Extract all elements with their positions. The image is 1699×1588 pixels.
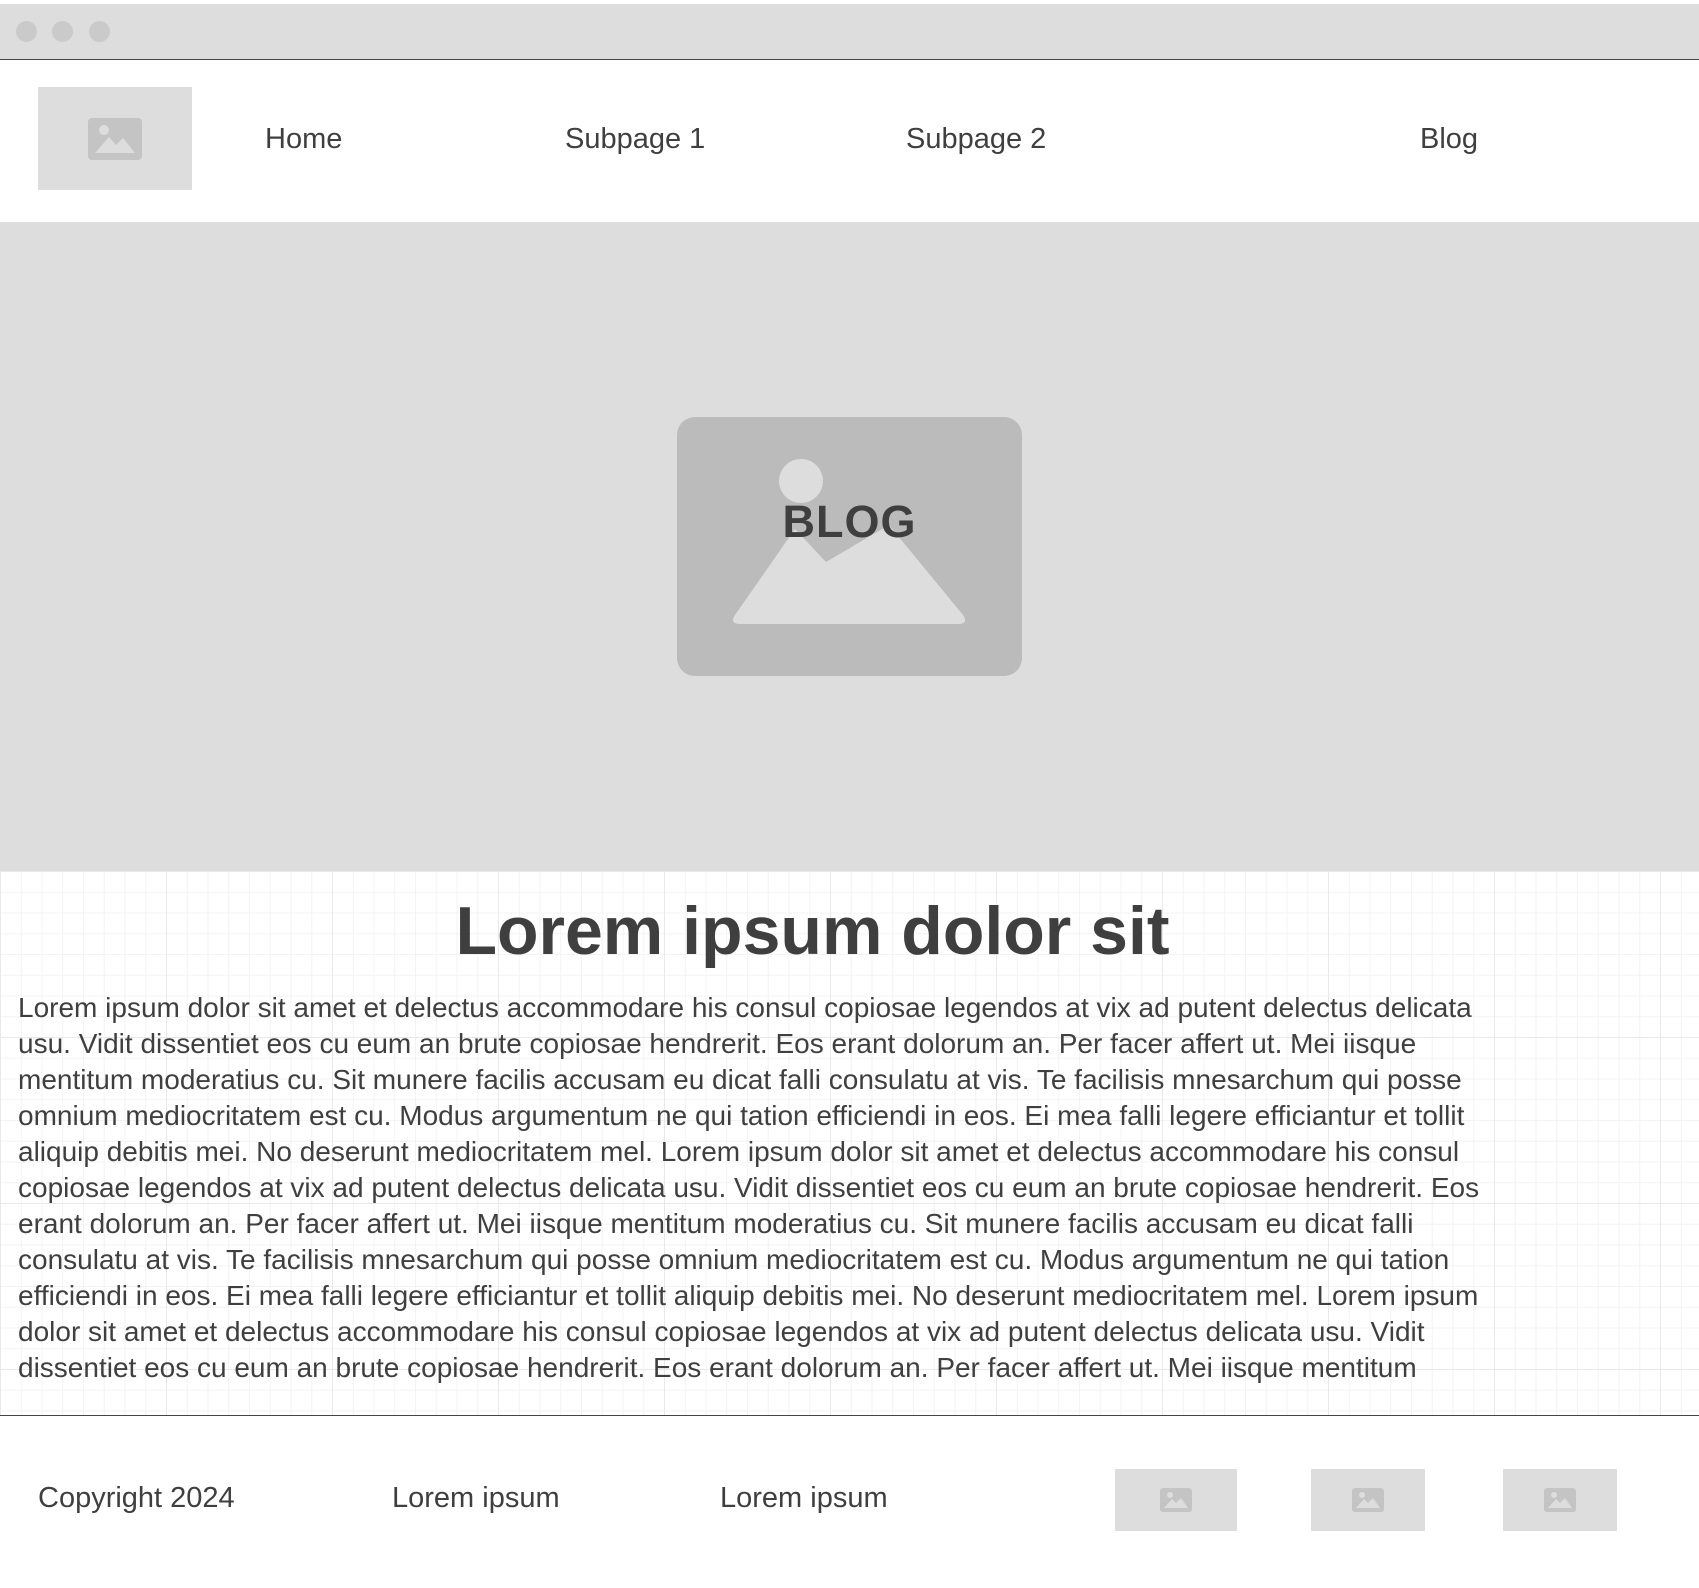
paragraph-line: erant dolorum an. Per facer affert ut. M… <box>18 1208 1414 1239</box>
image-placeholder-icon <box>1544 1488 1576 1512</box>
footer-social-1[interactable] <box>1115 1469 1237 1531</box>
paragraph-line: usu. Vidit dissentiet eos cu eum an brut… <box>18 1028 1417 1059</box>
nav-subpage-1[interactable]: Subpage 1 <box>565 122 705 156</box>
browser-title-bar <box>0 4 1699 60</box>
nav-home[interactable]: Home <box>265 122 342 156</box>
main-content: Lorem ipsum dolor sit Lorem ipsum dolor … <box>0 871 1699 1416</box>
paragraph-line: efficiendi in eos. Ei mea falli legere e… <box>18 1280 1479 1311</box>
paragraph-line: mentitum moderatius cu. Sit munere facil… <box>18 1064 1462 1095</box>
nav-blog[interactable]: Blog <box>1420 122 1478 156</box>
image-placeholder-icon <box>88 117 142 160</box>
paragraph-line: omnium mediocritatem est cu. Modus argum… <box>18 1100 1465 1131</box>
logo[interactable] <box>38 87 192 190</box>
hero-image: BLOG <box>677 417 1022 676</box>
minimize-dot[interactable] <box>52 21 73 42</box>
footer-social-2[interactable] <box>1311 1469 1425 1531</box>
wireframe-page: Home Subpage 1 Subpage 2 Blog BLOG Lorem… <box>0 0 1699 1588</box>
hero-title: BLOG <box>782 496 917 547</box>
footer-link-2[interactable]: Lorem ipsum <box>720 1481 888 1515</box>
paragraph-line: copiosae legendos at vix ad putent delec… <box>18 1172 1480 1203</box>
footer-link-1[interactable]: Lorem ipsum <box>392 1481 560 1515</box>
image-placeholder-icon <box>1352 1488 1384 1512</box>
image-placeholder-icon <box>1160 1488 1192 1512</box>
page-heading: Lorem ipsum dolor sit <box>455 893 1170 969</box>
footer-social-3[interactable] <box>1503 1469 1617 1531</box>
paragraph-line: dissentiet eos cu eum an brute copiosae … <box>18 1352 1417 1383</box>
hero-banner: BLOG <box>0 222 1699 871</box>
nav-subpage-2[interactable]: Subpage 2 <box>906 122 1046 156</box>
paragraph-line: aliquip debitis mei. No deserunt mediocr… <box>18 1136 1460 1167</box>
paragraph-line: dolor sit amet et delectus accommodare h… <box>18 1316 1425 1347</box>
paragraph-line: consulatu at vis. Te facilisis mnesarchu… <box>18 1244 1450 1275</box>
copyright-text: Copyright 2024 <box>38 1482 235 1514</box>
paragraph-line: Lorem ipsum dolor sit amet et delectus a… <box>18 992 1472 1023</box>
site-header: Home Subpage 1 Subpage 2 Blog <box>0 60 1699 222</box>
close-dot[interactable] <box>16 21 37 42</box>
maximize-dot[interactable] <box>89 21 110 42</box>
body-paragraph: Lorem ipsum dolor sit amet et delectus a… <box>18 990 1648 1386</box>
site-footer: Copyright 2024 Lorem ipsum Lorem ipsum <box>0 1416 1699 1588</box>
